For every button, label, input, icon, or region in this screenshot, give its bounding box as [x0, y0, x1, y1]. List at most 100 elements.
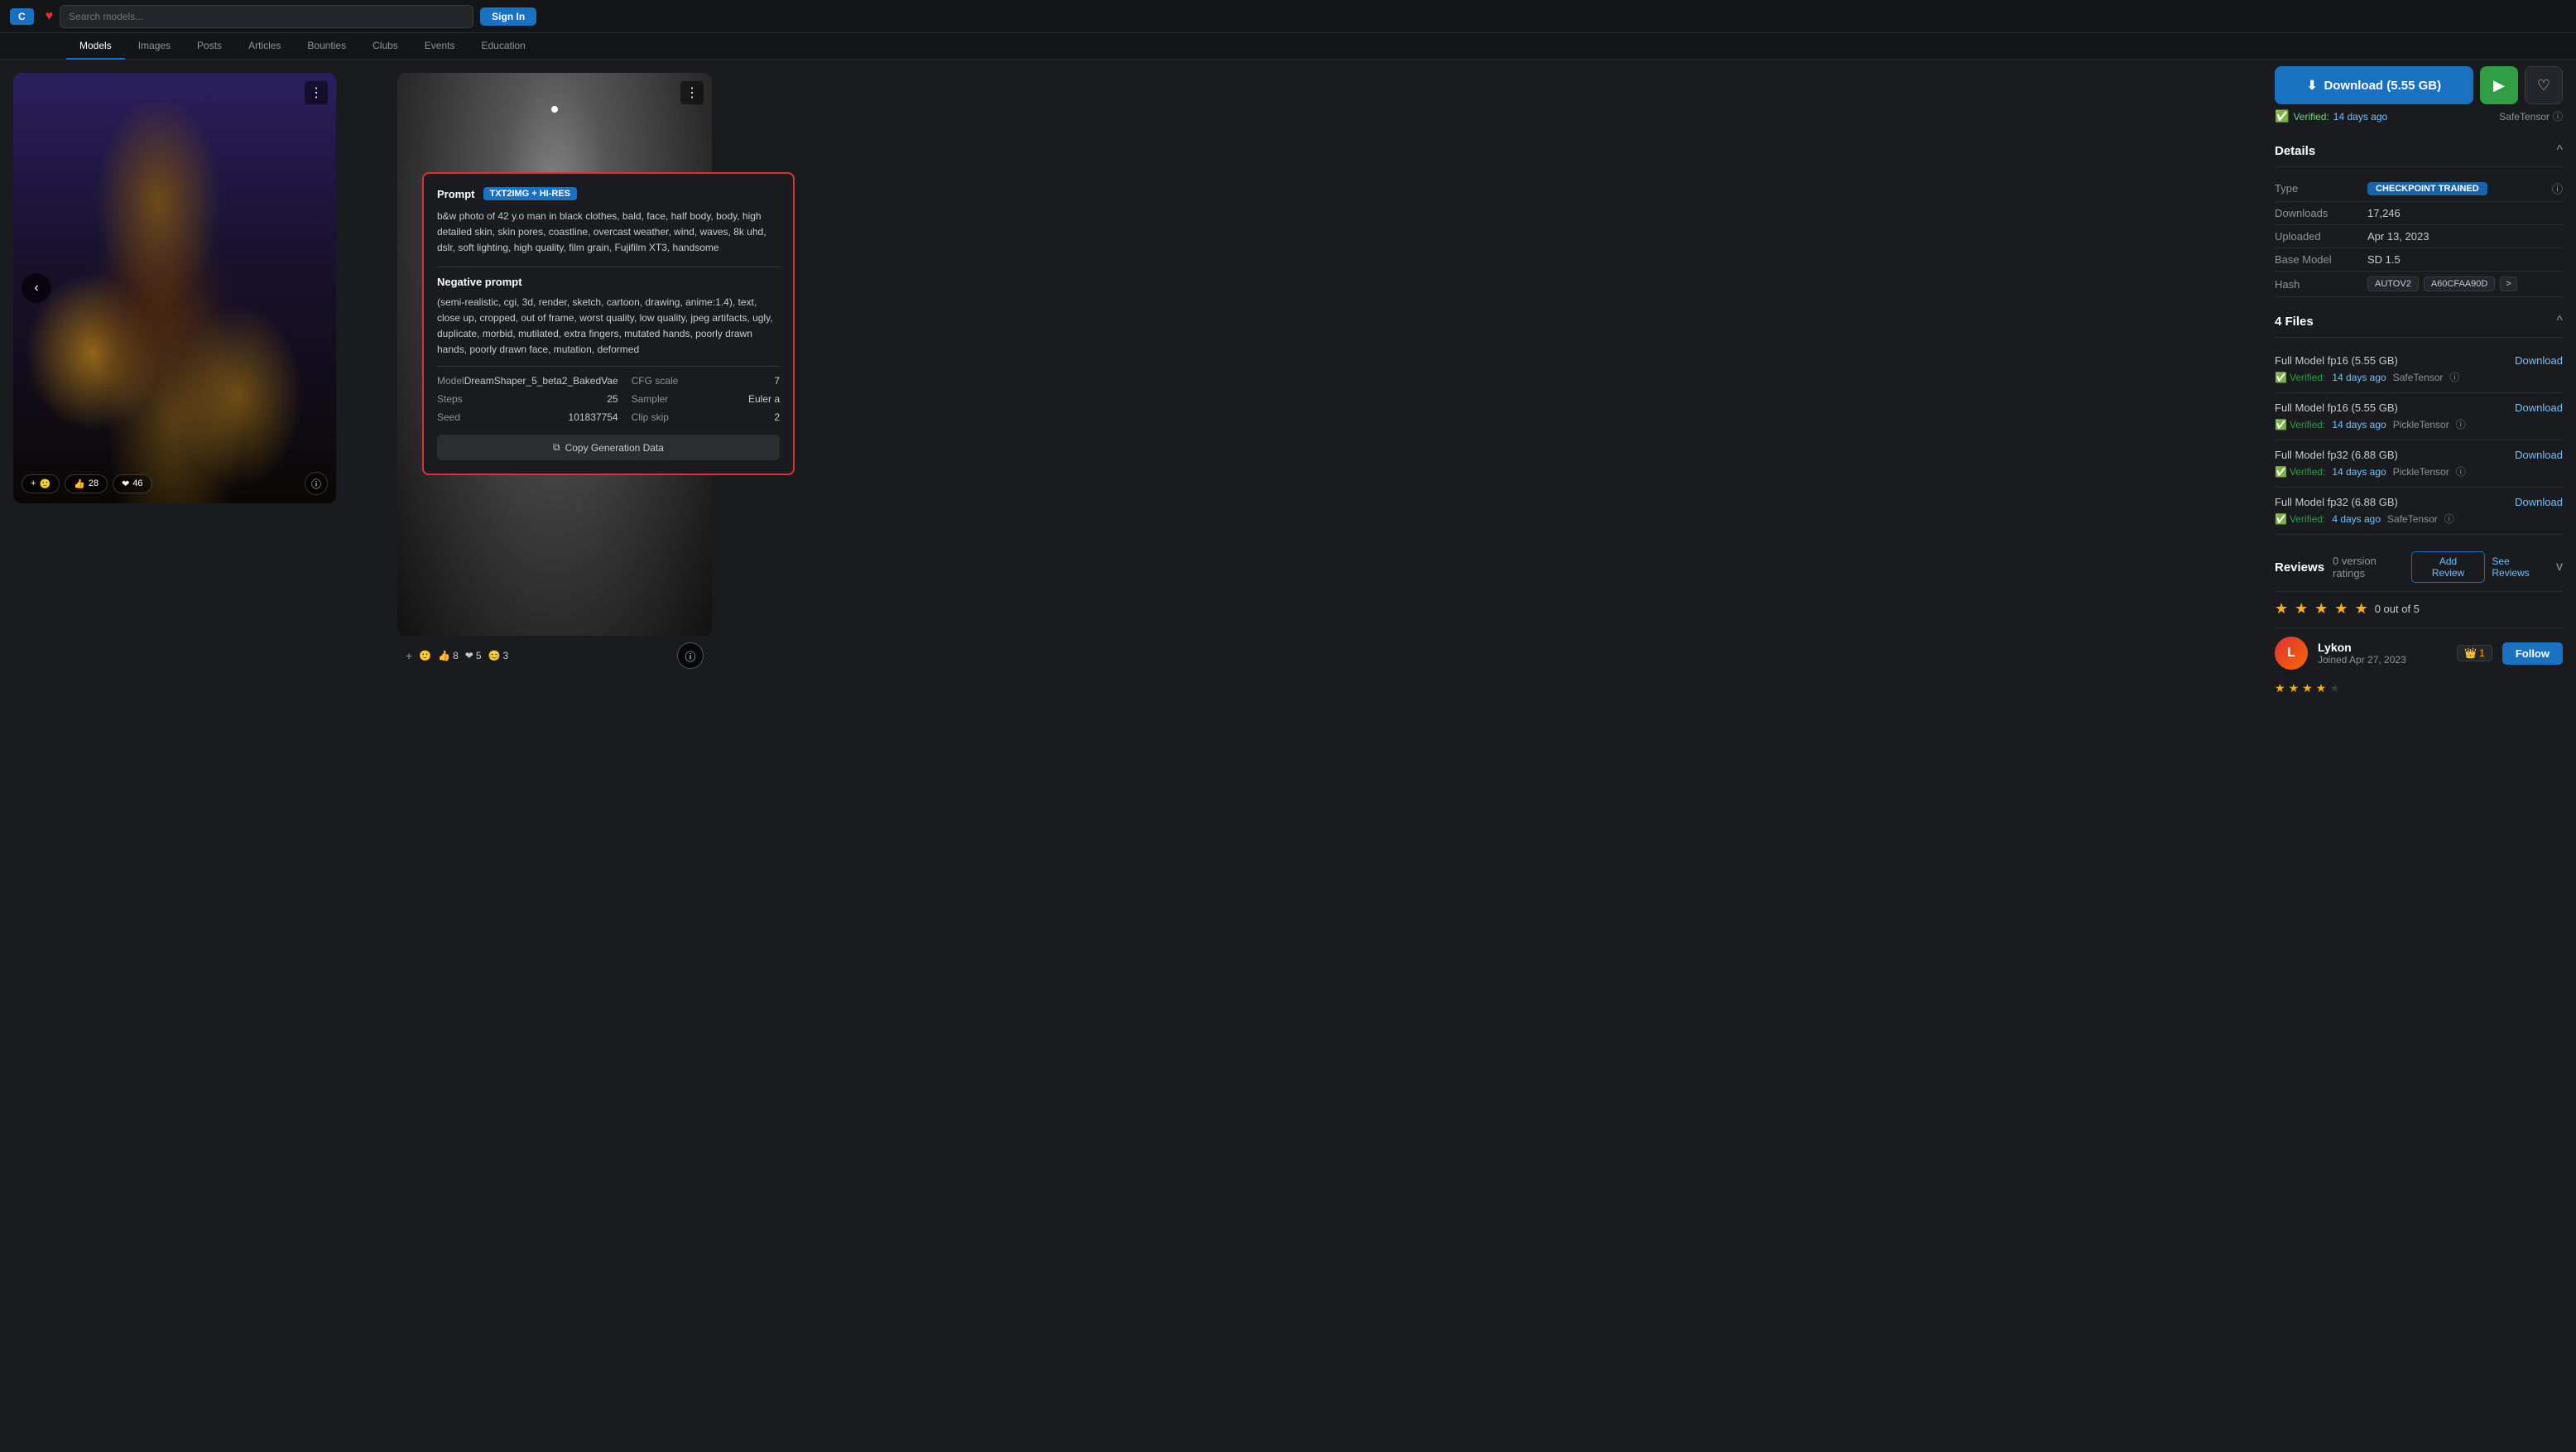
preview-info-button[interactable]: ⓘ: [677, 642, 704, 669]
heart-count: 5: [476, 650, 482, 661]
search-input[interactable]: [60, 5, 473, 28]
file-download-1[interactable]: Download: [2515, 401, 2563, 414]
file-date-1[interactable]: 14 days ago: [2332, 419, 2386, 430]
download-button[interactable]: ⬇ Download (5.55 GB): [2275, 66, 2473, 104]
file-name-1: Full Model fp16 (5.55 GB): [2275, 401, 2398, 414]
add-reaction-button[interactable]: + 🙂: [22, 474, 60, 493]
file-header-3: Full Model fp32 (6.88 GB) Download: [2275, 496, 2563, 508]
star-5: ★: [2355, 600, 2368, 618]
tab-posts[interactable]: Posts: [184, 33, 235, 60]
file-verified-label-2: Verified:: [2290, 466, 2325, 478]
thumbs-icon: 👍: [74, 478, 85, 489]
thumbs-up-button[interactable]: 👍 28: [65, 474, 108, 493]
file-tensor-info-1[interactable]: ⓘ: [2456, 417, 2466, 431]
verified-badge: ✅ Verified: 14 days ago: [2275, 109, 2387, 123]
file-download-0[interactable]: Download: [2515, 354, 2563, 367]
thumbs-count: 8: [453, 650, 459, 661]
type-info-icon[interactable]: ⓘ: [2552, 180, 2563, 196]
tab-models[interactable]: Models: [66, 33, 125, 60]
tab-events[interactable]: Events: [411, 33, 469, 60]
follow-button[interactable]: Follow: [2502, 642, 2563, 665]
copy-generation-button[interactable]: ⧉ Copy Generation Data: [437, 435, 780, 460]
neg-prompt-text: (semi-realistic, cgi, 3d, render, sketch…: [437, 295, 780, 358]
download-label: Download (5.55 GB): [2324, 79, 2441, 93]
verified-icon: ✅: [2275, 109, 2289, 123]
site-logo[interactable]: C: [10, 8, 34, 25]
reviews-title: Reviews: [2275, 560, 2324, 575]
files-collapse-icon[interactable]: ^: [2556, 314, 2563, 329]
download-icon: ⬇: [2307, 78, 2318, 93]
heart-button[interactable]: ❤ 46: [113, 474, 151, 493]
user-star-1: ★: [2275, 681, 2285, 695]
file-download-2[interactable]: Download: [2515, 449, 2563, 461]
user-card: L Lykon Joined Apr 27, 2023 👑 1 Follow: [2275, 627, 2563, 678]
safe-tensor-info-icon[interactable]: ⓘ: [2553, 109, 2563, 123]
copy-icon: ⧉: [553, 441, 560, 454]
star-1: ★: [2275, 600, 2288, 618]
tab-images[interactable]: Images: [125, 33, 184, 60]
file-verified-label-0: Verified:: [2290, 372, 2325, 383]
add-reaction-plus[interactable]: +: [406, 649, 412, 662]
steps-label: Steps: [437, 393, 463, 405]
file-tensor-info-3[interactable]: ⓘ: [2444, 512, 2454, 526]
reviews-title-group: Reviews 0 version ratings: [2275, 555, 2411, 579]
file-header-1: Full Model fp16 (5.55 GB) Download: [2275, 401, 2563, 414]
reviews-collapse-icon[interactable]: v: [2556, 560, 2563, 575]
hash-more-button[interactable]: >: [2500, 276, 2516, 291]
files-section-header: 4 Files ^: [2275, 305, 2563, 338]
smiley-icon: 🙂: [39, 478, 50, 489]
signin-button[interactable]: Sign In: [480, 7, 536, 26]
file-download-3[interactable]: Download: [2515, 496, 2563, 508]
details-collapse-icon[interactable]: ^: [2556, 143, 2563, 158]
play-button[interactable]: ▶: [2480, 66, 2518, 104]
add-review-button[interactable]: Add Review: [2411, 551, 2486, 583]
sampler-value: Euler a: [748, 393, 780, 405]
see-reviews-link[interactable]: See Reviews: [2492, 555, 2550, 579]
main-image-container: ‹ ⋮ + 🙂 👍 28 ❤ 46: [13, 73, 336, 503]
file-item-1: Full Model fp16 (5.55 GB) Download ✅ Ver…: [2275, 393, 2563, 440]
file-tensor-info-2[interactable]: ⓘ: [2456, 464, 2466, 478]
tab-education[interactable]: Education: [468, 33, 538, 60]
clip-value: 2: [774, 411, 780, 423]
prompt-meta-divider: [437, 366, 780, 367]
tab-articles[interactable]: Articles: [235, 33, 294, 60]
tab-bounties[interactable]: Bounties: [294, 33, 359, 60]
smile2-icon: 😊: [488, 650, 501, 661]
verified-date[interactable]: 14 days ago: [2333, 111, 2387, 123]
file-date-3[interactable]: 4 days ago: [2332, 513, 2381, 525]
seed-value: 101837754: [569, 411, 618, 423]
detail-downloads-row: Downloads 17,246: [2275, 202, 2563, 225]
preview-menu-button[interactable]: ⋮: [680, 81, 704, 104]
file-name-2: Full Model fp32 (6.88 GB): [2275, 449, 2398, 461]
hash-badge-autov2: AUTOV2: [2367, 276, 2419, 291]
file-tensor-3: SafeTensor: [2387, 513, 2438, 525]
neg-prompt-label: Negative prompt: [437, 276, 780, 288]
reviews-section: Reviews 0 version ratings Add Review See…: [2275, 543, 2563, 618]
file-date-2[interactable]: 14 days ago: [2332, 466, 2386, 478]
file-date-0[interactable]: 14 days ago: [2332, 372, 2386, 383]
image-menu-button[interactable]: ⋮: [305, 81, 328, 104]
meta-model: Model DreamShaper_5_beta2_BakedVae: [437, 375, 618, 387]
image-info-button[interactable]: ⓘ: [305, 472, 328, 495]
meta-steps: Steps 25: [437, 393, 618, 405]
tab-clubs[interactable]: Clubs: [359, 33, 411, 60]
file-verified-2: ✅ Verified:: [2275, 466, 2325, 478]
user-joined: Joined Apr 27, 2023: [2318, 654, 2447, 666]
hash-key: Hash: [2275, 278, 2357, 291]
star-2: ★: [2295, 600, 2308, 618]
seed-label: Seed: [437, 411, 460, 423]
user-rating-row: ★ ★ ★ ★ ★: [2275, 678, 2563, 699]
verified-checkmark-0: ✅: [2275, 372, 2287, 383]
file-tensor-info-0[interactable]: ⓘ: [2449, 370, 2459, 384]
username[interactable]: Lykon: [2318, 641, 2447, 654]
verified-checkmark-2: ✅: [2275, 466, 2287, 478]
favorite-button[interactable]: ♡: [2525, 66, 2563, 104]
prev-image-button[interactable]: ‹: [22, 273, 51, 303]
hash-values: AUTOV2 A60CFAA90D >: [2367, 276, 2517, 291]
sampler-label: Sampler: [632, 393, 669, 405]
meta-seed: Seed 101837754: [437, 411, 618, 423]
model-value: DreamShaper_5_beta2_BakedVae: [464, 375, 618, 387]
file-tensor-1: PickleTensor: [2393, 419, 2449, 430]
crown-count: 1: [2479, 647, 2485, 659]
file-header-2: Full Model fp32 (6.88 GB) Download: [2275, 449, 2563, 461]
